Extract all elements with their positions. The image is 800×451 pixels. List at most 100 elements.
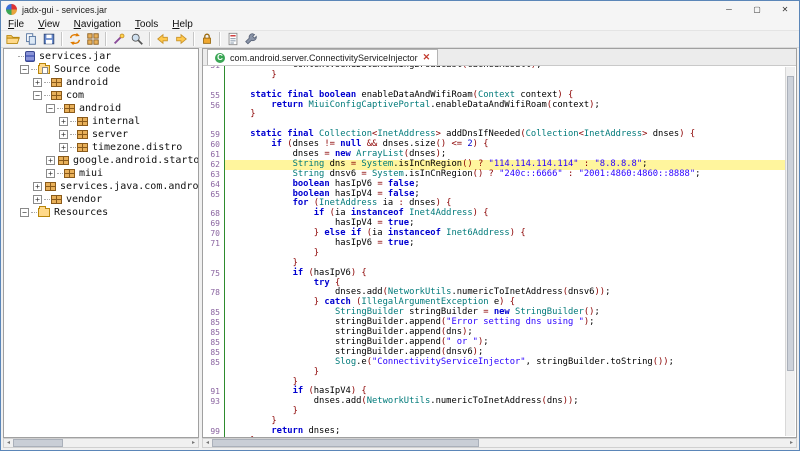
- scrollbar-thumb[interactable]: [787, 76, 794, 371]
- collapse-icon[interactable]: −: [20, 65, 29, 74]
- add-files-button[interactable]: [22, 31, 40, 47]
- sync-button[interactable]: [66, 31, 84, 47]
- forward-button[interactable]: [172, 31, 190, 47]
- menu-view[interactable]: View: [31, 18, 67, 31]
- jar-icon: [25, 51, 35, 62]
- tree-item-resources[interactable]: −Resources: [4, 206, 198, 219]
- title-bar: jadx-gui - services.jar ─ ▢ ✕: [1, 1, 799, 18]
- code-line-text: }: [225, 368, 786, 378]
- tree-item-timezone-distro[interactable]: +timezone.distro: [4, 141, 198, 154]
- expand-icon[interactable]: +: [33, 182, 42, 191]
- scroll-left-arrow[interactable]: ◂: [4, 439, 13, 447]
- tree-item-label: android: [79, 103, 121, 114]
- minimize-button[interactable]: ─: [715, 1, 743, 18]
- tree-item-source-code[interactable]: −Source code: [4, 63, 198, 76]
- tree-item-label: com: [66, 90, 84, 101]
- tree-item-label: server: [92, 129, 128, 140]
- close-button[interactable]: ✕: [771, 1, 799, 18]
- menu-file[interactable]: File: [1, 18, 31, 31]
- scroll-right-arrow[interactable]: ▸: [189, 439, 198, 447]
- package-icon: [77, 143, 88, 152]
- scrollbar-thumb[interactable]: [212, 439, 479, 447]
- package-icon: [51, 91, 62, 100]
- back-button[interactable]: [154, 31, 172, 47]
- scrollbar-thumb[interactable]: [13, 439, 63, 447]
- package-icon: [77, 130, 88, 139]
- scroll-right-arrow[interactable]: ▸: [787, 439, 796, 447]
- project-tree[interactable]: +services.jar−Source code+android−com−an…: [3, 48, 199, 438]
- line-number: 55: [203, 91, 225, 101]
- window-title: jadx-gui - services.jar: [22, 5, 107, 15]
- code-line-text: }: [225, 407, 786, 417]
- log-viewer-icon: [226, 32, 240, 46]
- menu-help[interactable]: Help: [165, 18, 200, 31]
- editor-tab-bar: C com.android.server.ConnectivityService…: [203, 49, 796, 66]
- tree-item-label: services.java.com.android.server.: [60, 181, 199, 192]
- menu-navigation[interactable]: Navigation: [67, 18, 128, 31]
- line-number: 69: [203, 219, 225, 229]
- sync-icon: [68, 32, 82, 46]
- tree-item-label: services.jar: [39, 51, 111, 62]
- tree-connector: [57, 108, 63, 109]
- class-search-button[interactable]: [128, 31, 146, 47]
- tab-connectivityserviceinjector[interactable]: C com.android.server.ConnectivityService…: [207, 49, 438, 65]
- tree-item-android[interactable]: − android: [4, 102, 198, 115]
- collapse-icon[interactable]: −: [20, 208, 29, 217]
- line-number: 59: [203, 130, 225, 140]
- open-file-button[interactable]: [4, 31, 22, 47]
- tree-item-vendor[interactable]: +vendor: [4, 193, 198, 206]
- tree-connector: [44, 95, 50, 96]
- collapse-icon[interactable]: −: [33, 91, 42, 100]
- code-line: }: [203, 407, 786, 417]
- expand-icon[interactable]: +: [33, 78, 42, 87]
- tree-item-server[interactable]: + server: [4, 128, 198, 141]
- deobfuscation-button[interactable]: [198, 31, 216, 47]
- tree-item-android[interactable]: + android: [4, 76, 198, 89]
- line-number: [203, 378, 225, 388]
- tree-item-miui[interactable]: +miui: [4, 167, 198, 180]
- package-icon: [51, 195, 62, 204]
- tree-horizontal-scrollbar[interactable]: ◂ ▸: [3, 438, 199, 448]
- preferences-button[interactable]: [242, 31, 260, 47]
- code-vertical-scrollbar[interactable]: [785, 67, 795, 436]
- scroll-left-arrow[interactable]: ◂: [203, 439, 212, 447]
- package-icon: [64, 169, 75, 178]
- expand-icon[interactable]: +: [46, 169, 55, 178]
- line-number: 63: [203, 170, 225, 180]
- expand-icon[interactable]: +: [33, 195, 42, 204]
- line-number: 91: [203, 387, 225, 397]
- menu-tools[interactable]: Tools: [128, 18, 165, 31]
- line-number: [203, 407, 225, 417]
- toolbar-separator: [105, 32, 107, 46]
- tree-item-google-android-startop-iorap[interactable]: + google.android.startop.iorap: [4, 154, 198, 167]
- app-window: jadx-gui - services.jar ─ ▢ ✕ FileViewNa…: [0, 0, 800, 451]
- expand-icon[interactable]: +: [59, 117, 68, 126]
- log-viewer-button[interactable]: [224, 31, 242, 47]
- code-line: 99 return dnses;: [203, 427, 786, 437]
- toolbar-group: [198, 31, 216, 47]
- tab-close-icon[interactable]: ✕: [423, 52, 431, 63]
- tree-item-internal[interactable]: +internal: [4, 115, 198, 128]
- class-icon: C: [215, 53, 225, 63]
- maximize-button[interactable]: ▢: [743, 1, 771, 18]
- tree-item-services-java-com-android-server[interactable]: + services.java.com.android.server.: [4, 180, 198, 193]
- line-number: 60: [203, 140, 225, 150]
- expand-icon[interactable]: +: [59, 130, 68, 139]
- flat-packages-icon: [86, 32, 100, 46]
- back-icon: [156, 32, 170, 46]
- tree-item-com[interactable]: − com: [4, 89, 198, 102]
- toolbar-group: [154, 31, 190, 47]
- tree-connector: [70, 134, 76, 135]
- expand-icon[interactable]: +: [59, 143, 68, 152]
- line-number: 85: [203, 328, 225, 338]
- flat-packages-button[interactable]: [84, 31, 102, 47]
- save-all-button[interactable]: [40, 31, 58, 47]
- tree-item-label: android: [66, 77, 108, 88]
- collapse-icon[interactable]: −: [46, 104, 55, 113]
- code-horizontal-scrollbar[interactable]: ◂ ▸: [202, 438, 797, 448]
- code-editor[interactable]: 51 context.sendDataRoamingBroadcast(cach…: [203, 66, 786, 437]
- text-search-button[interactable]: [110, 31, 128, 47]
- tree-item-label: google.android.startop.iorap: [73, 155, 199, 166]
- expand-icon[interactable]: +: [46, 156, 55, 165]
- tree-item-services-jar[interactable]: +services.jar: [4, 50, 198, 63]
